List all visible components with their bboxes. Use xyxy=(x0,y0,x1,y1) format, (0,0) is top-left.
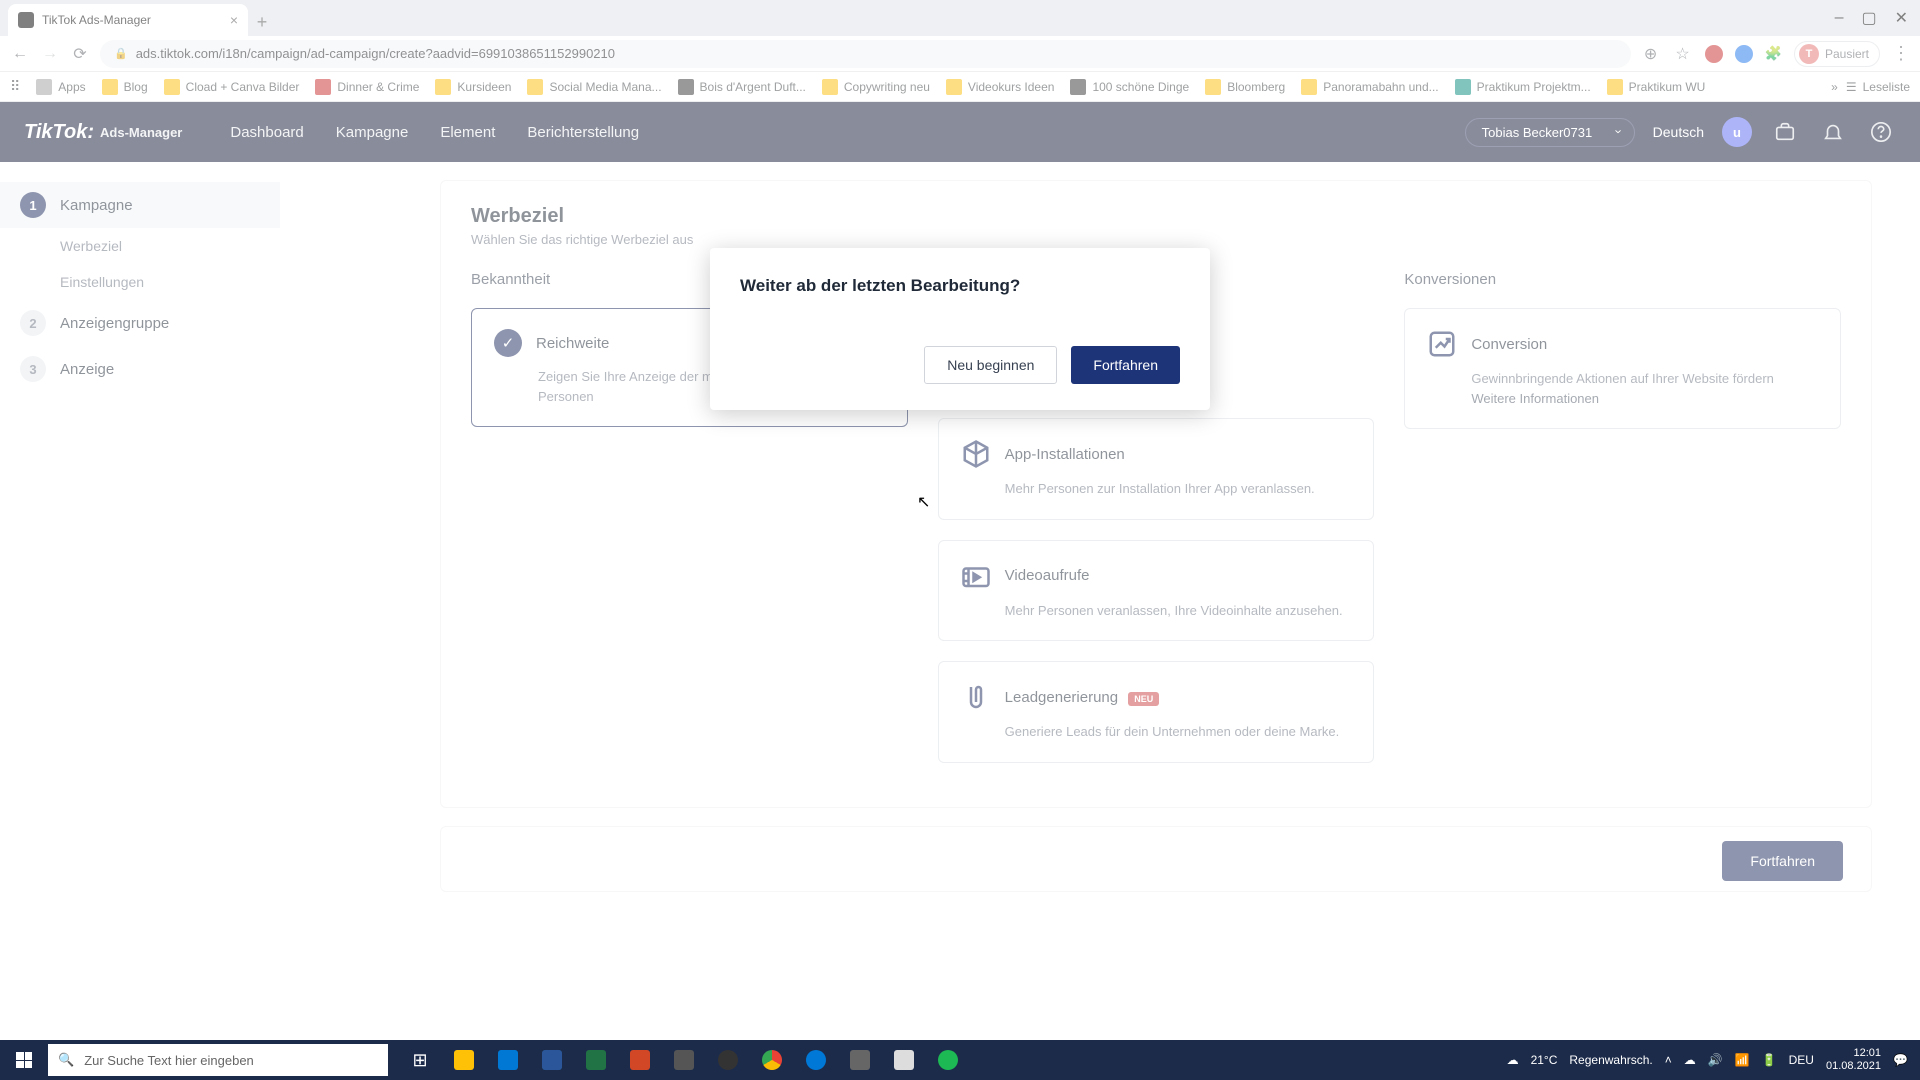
word-icon[interactable] xyxy=(530,1040,574,1080)
weather-desc[interactable]: Regenwahrsch. xyxy=(1569,1053,1652,1067)
powerpoint-icon[interactable] xyxy=(618,1040,662,1080)
mail-icon[interactable] xyxy=(486,1040,530,1080)
search-placeholder: Zur Suche Text hier eingeben xyxy=(84,1053,254,1068)
date-text: 01.08.2021 xyxy=(1826,1060,1881,1073)
search-icon: 🔍 xyxy=(58,1052,74,1068)
notification-icon[interactable]: 💬 xyxy=(1893,1053,1908,1067)
taskbar: 🔍 Zur Suche Text hier eingeben ⊞ ☁ 21°C … xyxy=(0,1040,1920,1080)
resume-modal: Weiter ab der letzten Bearbeitung? Neu b… xyxy=(710,248,1210,410)
taskbar-search[interactable]: 🔍 Zur Suche Text hier eingeben xyxy=(48,1044,388,1076)
wifi-icon[interactable]: 📶 xyxy=(1735,1053,1750,1067)
modal-title: Weiter ab der letzten Bearbeitung? xyxy=(740,276,1180,296)
volume-icon[interactable]: 🔊 xyxy=(1708,1053,1723,1067)
weather-icon[interactable]: ☁ xyxy=(1507,1053,1519,1067)
chrome-icon[interactable] xyxy=(750,1040,794,1080)
onedrive-icon[interactable]: ☁ xyxy=(1684,1053,1696,1067)
spotify-icon[interactable] xyxy=(926,1040,970,1080)
fortfahren-button[interactable]: Fortfahren xyxy=(1071,346,1180,384)
battery-icon[interactable]: 🔋 xyxy=(1762,1053,1777,1067)
app-icon-2[interactable] xyxy=(838,1040,882,1080)
neu-beginnen-button[interactable]: Neu beginnen xyxy=(924,346,1057,384)
excel-icon[interactable] xyxy=(574,1040,618,1080)
start-button[interactable] xyxy=(0,1040,48,1080)
app-icon[interactable] xyxy=(662,1040,706,1080)
modal-overlay: Weiter ab der letzten Bearbeitung? Neu b… xyxy=(0,0,1920,1080)
tray-expand-icon[interactable]: ˄ xyxy=(1665,1053,1672,1067)
file-explorer-icon[interactable] xyxy=(442,1040,486,1080)
weather-temp[interactable]: 21°C xyxy=(1531,1053,1558,1067)
notepad-icon[interactable] xyxy=(882,1040,926,1080)
edge-icon[interactable] xyxy=(794,1040,838,1080)
obs-icon[interactable] xyxy=(706,1040,750,1080)
time-text: 12:01 xyxy=(1826,1047,1881,1060)
task-view-icon[interactable]: ⊞ xyxy=(398,1040,442,1080)
keyboard-lang[interactable]: DEU xyxy=(1789,1053,1814,1067)
windows-icon xyxy=(16,1052,32,1068)
clock[interactable]: 12:01 01.08.2021 xyxy=(1826,1047,1881,1073)
